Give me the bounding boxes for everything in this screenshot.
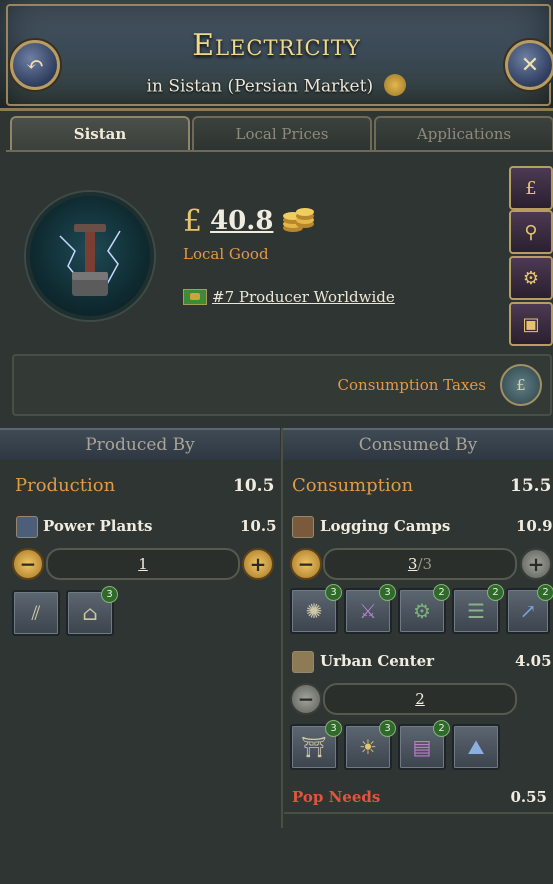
chainsaw-icon: ⚔	[359, 599, 377, 623]
building-sawmill[interactable]: ✺ 3	[290, 584, 342, 634]
tab-bar: Sistan Local Prices Applications	[10, 116, 553, 152]
good-type-label: Local Good	[183, 245, 269, 263]
light-bulb-icon: ☀	[359, 735, 377, 759]
research-button[interactable]: ⚲	[509, 210, 553, 254]
header: ↶ ✕ Electricity in Sistan (Persian Marke…	[0, 0, 553, 111]
building-street-lighting[interactable]: ⛩ 3	[290, 720, 342, 770]
building-government[interactable]: ⌂ 3	[66, 586, 118, 636]
produced-by-header: Produced By	[0, 428, 280, 460]
production-button[interactable]: ⚙	[509, 256, 553, 300]
country-flag-icon	[183, 289, 207, 305]
urban-center-value: 4.05	[515, 652, 552, 670]
tram-icon: ▤	[412, 735, 432, 759]
production-total: 10.5	[233, 476, 275, 496]
logging-camps-decrease-button[interactable]: −	[290, 548, 322, 580]
power-plants-value: 10.5	[240, 517, 277, 535]
building-city[interactable]: ⛰	[452, 724, 500, 770]
urban-center-level-field[interactable]: 2	[323, 683, 517, 715]
price-row: £ 40.8	[183, 203, 315, 239]
go-to-market-icon[interactable]	[384, 74, 407, 96]
building-badge: 2	[487, 584, 504, 601]
tax-tag-icon: £	[516, 376, 526, 394]
divider	[284, 812, 553, 814]
urban-center-icon	[292, 651, 314, 673]
power-plants-increase-button[interactable]: +	[242, 548, 274, 580]
building-chainsaw[interactable]: ⚔ 3	[344, 584, 396, 634]
subtitle-location[interactable]: Sistan (Persian Market)	[168, 77, 373, 97]
government-icon: ⌂	[82, 601, 98, 625]
logging-camps-increase-button[interactable]: +	[520, 548, 552, 580]
price-value[interactable]: 40.8	[210, 206, 273, 236]
dam-icon: ⫽	[31, 601, 41, 625]
power-plant-icon	[16, 516, 38, 538]
logging-camps-value: 10.9	[516, 517, 553, 535]
coins-icon	[281, 204, 315, 238]
consumption-taxes-label: Consumption Taxes	[337, 376, 486, 394]
building-tram[interactable]: ▤ 2	[398, 720, 450, 770]
currency-symbol: £	[183, 203, 203, 239]
minus-icon: −	[297, 687, 315, 711]
logging-camp-icon	[292, 516, 314, 538]
urban-center-decrease-button[interactable]: −	[290, 683, 322, 715]
power-plants-level-field[interactable]: 1	[46, 548, 240, 580]
logging-camps-level-field[interactable]: 3/3	[323, 548, 517, 580]
consumed-by-header: Consumed By	[283, 428, 553, 460]
minus-icon: −	[297, 552, 315, 576]
urban-center-level-value: 2	[415, 690, 425, 708]
power-plants-label[interactable]: Power Plants	[43, 517, 152, 535]
saw-blade-icon: ✺	[305, 599, 323, 623]
crate-icon: ▣	[522, 313, 540, 335]
street-lamp-icon: ⛩	[301, 735, 327, 759]
subtitle-prefix: in	[146, 76, 163, 97]
tool-gear-icon: ⚙	[413, 599, 431, 623]
urban-center-label[interactable]: Urban Center	[320, 652, 434, 670]
minus-icon: −	[19, 552, 37, 576]
building-badge: 3	[379, 584, 396, 601]
building-badge: 3	[101, 586, 118, 603]
goods-button[interactable]: ▣	[509, 302, 553, 346]
gear-icon: ⚙	[522, 267, 540, 289]
building-badge: 2	[537, 584, 553, 601]
column-divider	[281, 428, 283, 828]
rail-icon: ☰	[467, 599, 485, 623]
page-title: Electricity	[192, 28, 361, 63]
producer-rank[interactable]: #7 Producer Worldwide	[183, 288, 395, 306]
market-price-button[interactable]: £	[509, 166, 553, 210]
building-badge: 2	[433, 720, 450, 737]
building-growth[interactable]: ↗ 2	[506, 584, 553, 634]
building-badge: 3	[325, 720, 342, 737]
building-railway[interactable]: ☰ 2	[452, 584, 504, 634]
magnifier-icon: ⚲	[524, 221, 538, 243]
logging-camps-label[interactable]: Logging Camps	[320, 517, 450, 535]
pop-needs-value: 0.55	[510, 788, 547, 806]
logging-camps-level-max: 3	[422, 555, 433, 573]
power-plants-decrease-button[interactable]: −	[12, 548, 44, 580]
city-icon: ⛰	[467, 735, 485, 759]
building-tools[interactable]: ⚙ 2	[398, 584, 450, 634]
pound-icon: £	[525, 177, 537, 199]
tab-local-prices[interactable]: Local Prices	[192, 116, 372, 152]
plus-icon: +	[527, 552, 545, 576]
building-badge: 2	[433, 584, 450, 601]
growth-chart-icon: ↗	[519, 599, 537, 623]
consumption-taxes-button[interactable]: £	[500, 364, 542, 406]
plus-icon: +	[249, 552, 267, 576]
producer-rank-label[interactable]: #7 Producer Worldwide	[212, 288, 395, 306]
building-badge: 3	[379, 720, 396, 737]
consumption-total: 15.5	[510, 476, 552, 496]
power-plants-level-value: 1	[138, 555, 148, 573]
market-subtitle: in Sistan (Persian Market)	[0, 74, 553, 98]
electricity-good-icon	[26, 192, 154, 320]
consumption-taxes-panel: Consumption Taxes £	[12, 354, 552, 416]
production-title: Production	[15, 475, 116, 496]
building-badge: 3	[325, 584, 342, 601]
tab-sistan[interactable]: Sistan	[10, 116, 190, 152]
building-electric-lighting[interactable]: ☀ 3	[344, 720, 396, 770]
tab-applications[interactable]: Applications	[374, 116, 553, 152]
building-dam[interactable]: ⫽	[12, 590, 60, 636]
pop-needs-label[interactable]: Pop Needs	[292, 788, 380, 806]
consumption-title: Consumption	[292, 475, 414, 496]
